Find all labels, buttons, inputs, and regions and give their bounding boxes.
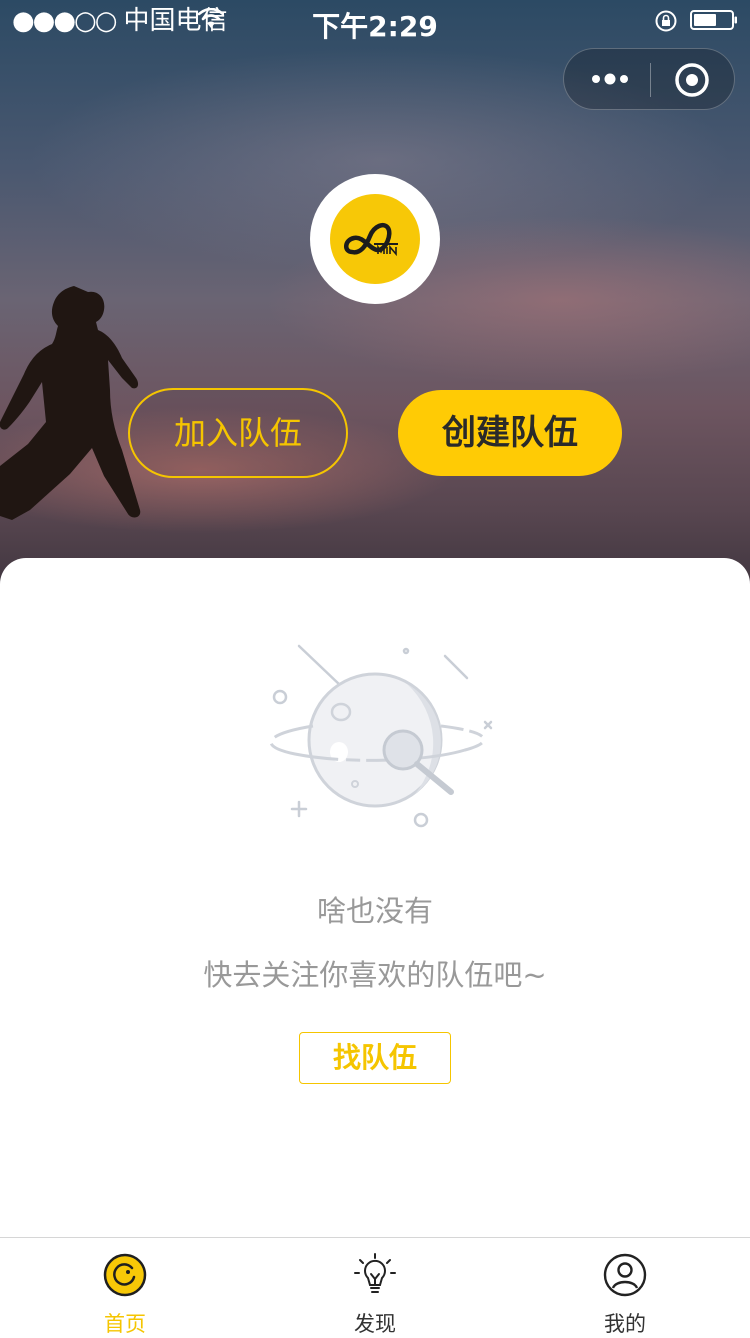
brand-logo	[330, 194, 420, 284]
empty-state-title: 啥也没有	[316, 894, 433, 928]
lightbulb-icon	[354, 1253, 396, 1293]
join-team-button[interactable]: 加入队伍	[128, 388, 348, 478]
rotation-lock-icon	[655, 10, 677, 32]
create-team-button[interactable]: 创建队伍	[398, 390, 622, 476]
bottom-tab-bar: 首页 发现 我的	[0, 1237, 750, 1336]
empty-planet-illustration	[269, 644, 493, 828]
close-target-icon[interactable]	[674, 62, 710, 98]
battery-icon	[690, 10, 737, 30]
empty-state-subtitle: 快去关注你喜欢的队伍吧~	[203, 958, 547, 992]
status-bar: ●●●○○ 中国电信 下午2:29	[0, 0, 750, 43]
capsule-divider	[650, 63, 651, 97]
home-icon	[103, 1253, 147, 1297]
content-card: 啥也没有 快去关注你喜欢的队伍吧~ 找队伍	[0, 558, 750, 1238]
user-icon	[603, 1253, 647, 1297]
tab-profile[interactable]: 我的	[500, 1238, 750, 1336]
status-time: 下午2:29	[312, 10, 438, 43]
miniprogram-capsule	[563, 48, 735, 110]
tab-home[interactable]: 首页	[0, 1238, 250, 1336]
infinity-logo-icon	[344, 223, 398, 257]
more-dots-icon[interactable]	[590, 67, 630, 91]
team-logo-avatar	[310, 174, 440, 304]
tab-discover[interactable]: 发现	[250, 1238, 500, 1336]
find-team-button[interactable]: 找队伍	[299, 1032, 451, 1084]
